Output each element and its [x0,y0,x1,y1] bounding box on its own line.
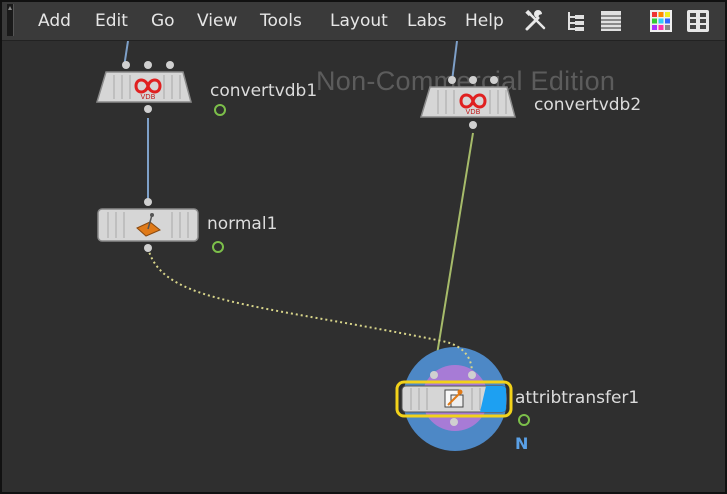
wire-normal1-to-attribtransfer1 [147,247,473,374]
menu-tools[interactable]: Tools [260,11,302,31]
node-label-convertvdb2: convertvdb2 [534,95,642,115]
menu-view[interactable]: View [197,11,237,31]
wire-into-convertvdb2 [451,41,458,82]
node-label-convertvdb1: convertvdb1 [210,81,318,101]
menu-help[interactable]: Help [465,11,504,31]
menu-edit[interactable]: Edit [95,11,128,31]
attribtransfer1-status-indicator [518,414,530,426]
settings-grid-icon[interactable] [686,9,710,33]
attribtransfer-icon [444,389,464,408]
node-label-attribtransfer1: attribtransfer1 [515,388,640,408]
wire-convertvdb2-to-attribtransfer1 [433,132,474,374]
node-convertvdb1[interactable]: VDB [95,61,192,113]
network-editor: Add Edit Go View Tools Layout Labs Help [0,0,727,494]
pane-grip-handle[interactable] [7,4,14,36]
menu-labs[interactable]: Labs [407,11,447,31]
menu-add[interactable]: Add [38,11,71,31]
menu-bar: Add Edit Go View Tools Layout Labs Help [2,2,725,41]
convertvdb1-status-indicator [214,104,226,116]
node-convertvdb2[interactable]: VDB [419,76,516,129]
network-canvas[interactable]: Non-Commercial Edition VDB VDB convertvd… [2,41,725,492]
svg-text:VDB: VDB [466,108,481,116]
menu-go[interactable]: Go [151,11,175,31]
node-label-normal1: normal1 [207,214,278,234]
node-normal1[interactable] [97,198,199,252]
svg-text:VDB: VDB [141,93,156,101]
color-palette-icon[interactable] [649,9,673,33]
wrench-screwdriver-icon[interactable] [524,9,548,33]
list-view-icon[interactable] [599,9,623,33]
tree-view-icon[interactable] [563,9,587,33]
normal1-status-indicator [212,241,224,253]
menu-layout[interactable]: Layout [330,11,388,31]
attribtransfer1-flag-text: N [515,434,529,453]
